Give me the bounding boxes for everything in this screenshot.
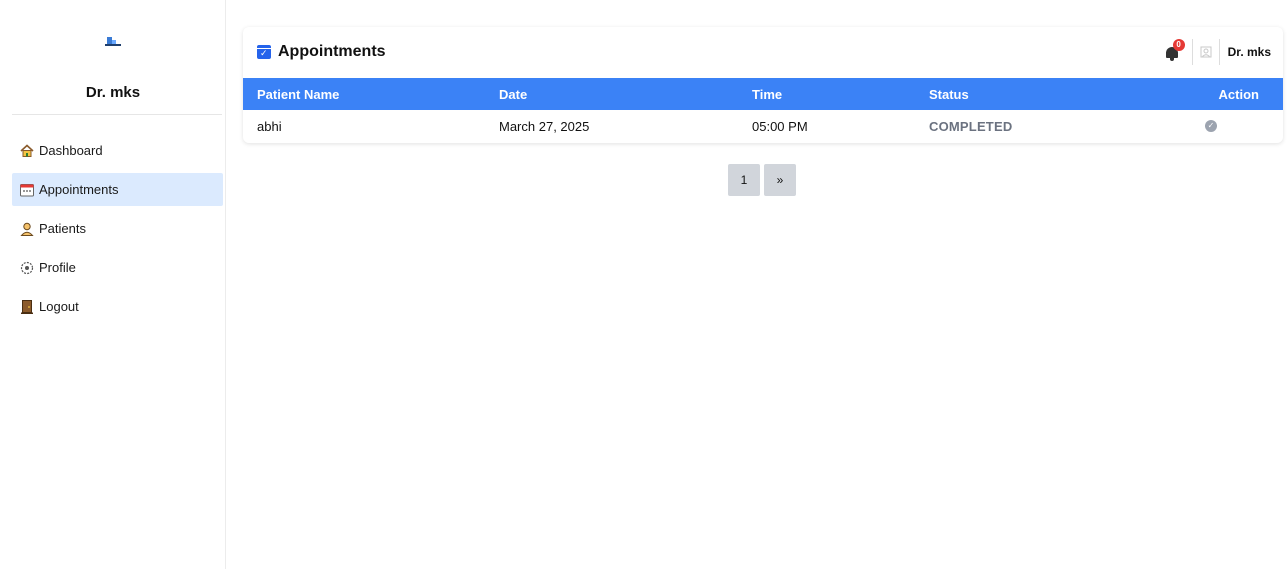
column-header-patient-name[interactable]: Patient Name [257, 87, 339, 102]
sidebar-item-dashboard[interactable]: Dashboard [12, 134, 223, 167]
app-logo [105, 37, 121, 47]
sidebar-item-label: Profile [39, 260, 76, 275]
page-title: Appointments [257, 43, 386, 61]
pagination: 1 » [728, 164, 800, 196]
home-icon [20, 143, 34, 158]
calendar-check-icon [257, 45, 271, 59]
column-header-action: Action [1218, 86, 1259, 102]
sidebar-item-appointments[interactable]: Appointments [12, 173, 223, 206]
avatar[interactable] [1191, 39, 1220, 65]
sidebar-item-label: Logout [39, 299, 79, 314]
notification-badge: 0 [1172, 39, 1185, 51]
table-header: Patient Name Date Time Status Action [243, 78, 1283, 110]
header-user-area: 0 Dr. mks [1164, 39, 1271, 65]
sidebar-item-label: Patients [39, 221, 86, 236]
column-header-time[interactable]: Time [752, 87, 782, 102]
door-icon [20, 299, 34, 314]
status-badge: COMPLETED [929, 118, 1013, 134]
sidebar-item-label: Appointments [39, 182, 119, 197]
header-user-name[interactable]: Dr. mks [1228, 45, 1271, 59]
page-button-1[interactable]: 1 [728, 164, 760, 196]
sidebar-divider [12, 114, 222, 115]
sidebar-item-patients[interactable]: Patients [12, 212, 223, 245]
person-icon [20, 222, 34, 236]
sidebar: Dr. mks Dashboard Appointments Patients … [0, 0, 226, 569]
appointments-table: Patient Name Date Time Status Action abh… [243, 78, 1283, 142]
sidebar-item-logout[interactable]: Logout [12, 290, 223, 323]
column-header-date[interactable]: Date [499, 87, 527, 102]
notification-bell-icon[interactable]: 0 [1164, 39, 1185, 61]
sidebar-user-name: Dr. mks [85, 84, 141, 101]
next-page-button[interactable]: » [764, 164, 796, 196]
page-title-text: Appointments [278, 43, 386, 60]
sidebar-nav: Dashboard Appointments Patients Profile … [12, 134, 223, 329]
calendar-icon [20, 183, 34, 197]
date-cell: March 27, 2025 [499, 118, 590, 134]
sidebar-item-profile[interactable]: Profile [12, 251, 223, 284]
check-circle-icon[interactable]: ✓ [1205, 120, 1217, 132]
patient-name-cell: abhi [257, 118, 282, 134]
appointments-card: Appointments 0 Dr. mks Patient Name Date… [243, 27, 1283, 143]
gear-icon [20, 261, 34, 275]
time-cell: 05:00 PM [752, 118, 808, 134]
column-header-status[interactable]: Status [929, 87, 969, 102]
sidebar-item-label: Dashboard [39, 143, 103, 158]
table-row: abhi March 27, 2025 05:00 PM COMPLETED ✓ [243, 110, 1283, 142]
